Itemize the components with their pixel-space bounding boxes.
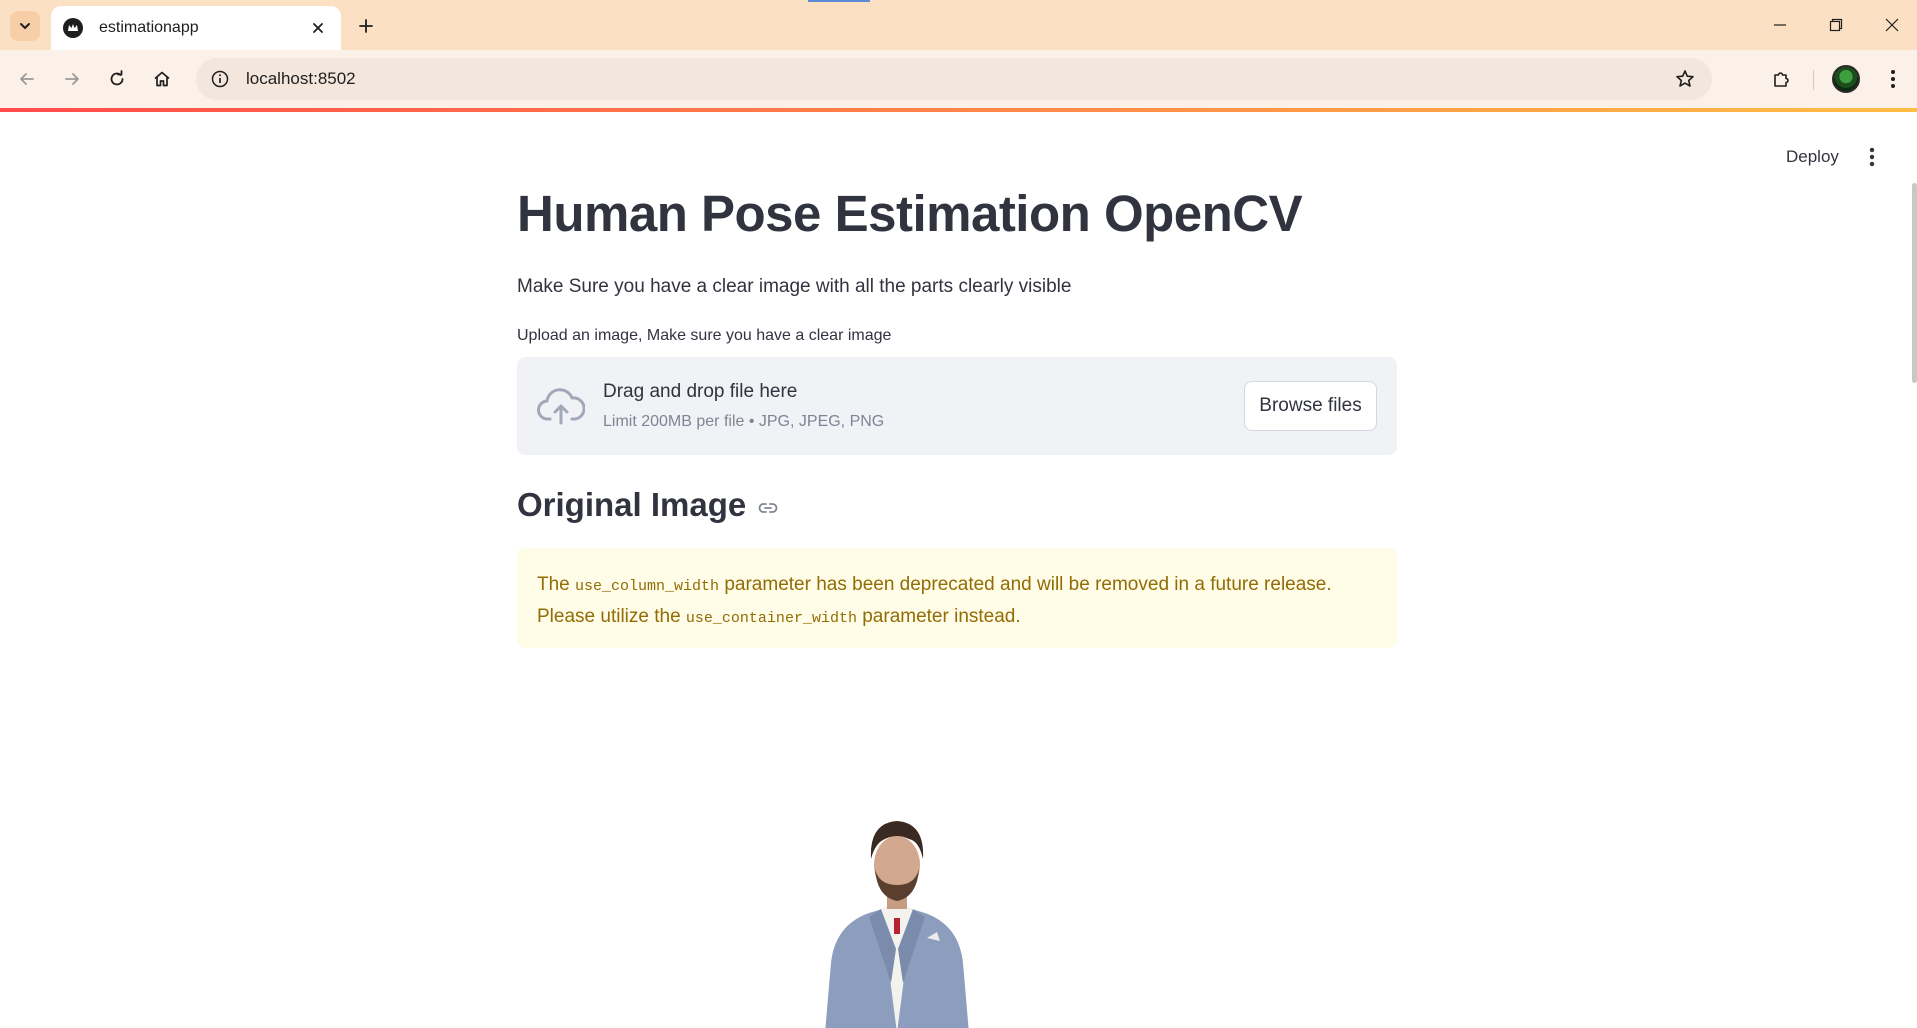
browser-menu-button[interactable] [1878, 62, 1908, 96]
page-subtitle: Make Sure you have a clear image with al… [517, 276, 1072, 297]
minimize-button[interactable] [1752, 0, 1808, 50]
deploy-button[interactable]: Deploy [1772, 140, 1853, 174]
browser-toolbar: localhost:8502 [0, 50, 1917, 108]
url-text[interactable]: localhost:8502 [246, 69, 1670, 89]
active-tab[interactable]: estimationapp [51, 6, 341, 50]
warning-code-2: use_container_width [685, 610, 857, 627]
minimize-icon [1774, 24, 1786, 26]
close-window-button[interactable] [1864, 0, 1917, 50]
more-vertical-icon [1869, 147, 1875, 167]
warning-text-1: The [537, 574, 576, 595]
address-bar[interactable]: localhost:8502 [196, 58, 1712, 100]
warning-code-1: use_column_width [575, 578, 720, 595]
extensions-button[interactable] [1764, 62, 1798, 96]
reload-button[interactable] [100, 62, 134, 96]
chevron-down-icon [20, 23, 30, 29]
browse-files-button[interactable]: Browse files [1244, 381, 1377, 431]
deprecation-warning: The use_column_width parameter has been … [517, 548, 1397, 648]
arrow-left-icon [20, 73, 34, 85]
browser-tab-strip: estimationapp [0, 0, 1917, 50]
dropzone-instructions: Drag and drop file here [603, 381, 798, 402]
header-decoration-bar [0, 108, 1917, 112]
file-uploader-label: Upload an image, Make sure you have a cl… [517, 327, 892, 344]
bookmark-star-icon[interactable] [1670, 64, 1700, 94]
profile-avatar[interactable] [1832, 65, 1860, 93]
tab-close-button[interactable] [307, 17, 329, 39]
back-button[interactable] [10, 62, 44, 96]
cloud-upload-icon [537, 388, 585, 425]
tab-title: estimationapp [99, 19, 199, 36]
file-dropzone[interactable]: Drag and drop file here Limit 200MB per … [517, 357, 1397, 455]
tab-strip-indicator [808, 0, 870, 2]
puzzle-icon [1774, 72, 1789, 87]
close-icon [1885, 18, 1899, 32]
home-icon [154, 71, 170, 87]
tab-search-button[interactable] [10, 11, 40, 41]
arrow-right-icon [65, 73, 79, 85]
original-image-person [825, 821, 969, 1028]
main-menu-button[interactable] [1856, 140, 1888, 174]
site-info-icon[interactable] [208, 67, 232, 91]
toolbar-separator [1813, 70, 1814, 90]
streamlit-crown-icon [63, 18, 83, 38]
warning-text-3: parameter instead. [856, 606, 1021, 627]
section-heading: Original Image [517, 486, 780, 524]
reload-icon [110, 70, 124, 86]
section-heading-text: Original Image [517, 486, 747, 523]
forward-button[interactable] [55, 62, 89, 96]
plus-icon [359, 19, 373, 33]
close-icon [313, 23, 323, 33]
streamlit-app: Deploy Human Pose Estimation OpenCV Make… [0, 108, 1917, 1028]
new-tab-button[interactable] [351, 11, 381, 41]
restore-icon [1829, 18, 1843, 32]
link-icon[interactable] [756, 496, 780, 520]
more-vertical-icon [1891, 70, 1895, 88]
page-title: Human Pose Estimation OpenCV [517, 185, 1303, 242]
scrollbar-thumb[interactable] [1912, 183, 1917, 383]
dropzone-limit-text: Limit 200MB per file • JPG, JPEG, PNG [603, 413, 885, 430]
restore-button[interactable] [1808, 0, 1864, 50]
home-button[interactable] [145, 62, 179, 96]
